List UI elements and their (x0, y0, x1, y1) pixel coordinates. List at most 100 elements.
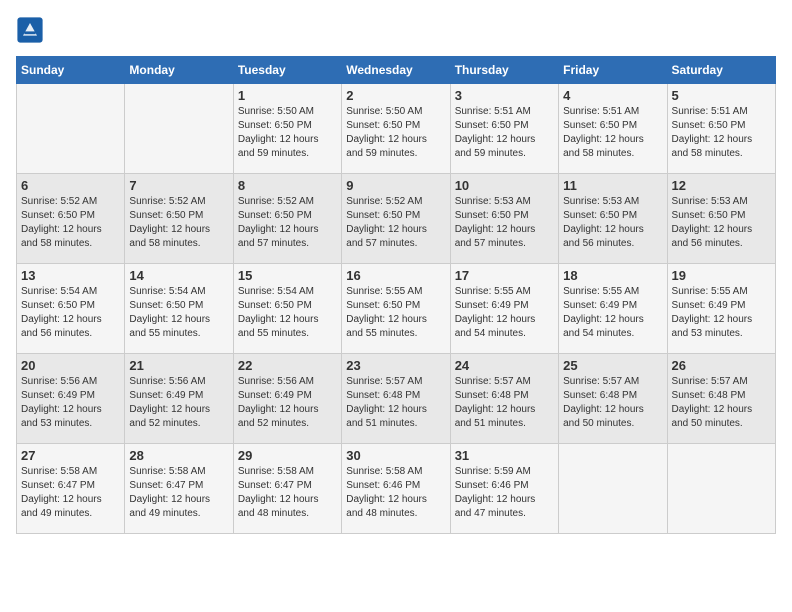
calendar-cell: 16Sunrise: 5:55 AM Sunset: 6:50 PM Dayli… (342, 264, 450, 354)
day-info: Sunrise: 5:57 AM Sunset: 6:48 PM Dayligh… (563, 375, 662, 431)
calendar-cell: 7 Sunrise: 5:52 AM Sunset: 6:50 PM Daylig… (125, 174, 233, 264)
day-number: 11 (563, 178, 662, 193)
day-info: Sunrise: 5:56 AM Sunset: 6:49 PM Dayligh… (129, 375, 228, 431)
day-number: 27 (21, 448, 120, 463)
day-info: Sunrise: 5:57 AM Sunset: 6:48 PM Dayligh… (672, 375, 771, 431)
calendar-cell: 26 Sunrise: 5:57 AM Sunset: 6:48 PM Dayli… (667, 354, 775, 444)
day-info: Sunrise: 5:53 AM Sunset: 6:50 PM Dayligh… (563, 195, 662, 251)
day-number: 26 (672, 358, 771, 373)
day-info: Sunrise: 5:58 AM Sunset: 6:47 PM Dayligh… (21, 465, 120, 521)
day-number: 17 (455, 268, 554, 283)
header-cell-wednesday: Wednesday (342, 57, 450, 84)
day-number: 5 (672, 88, 771, 103)
day-number: 20 (21, 358, 120, 373)
header-cell-sunday: Sunday (17, 57, 125, 84)
day-number: 2 (346, 88, 445, 103)
calendar-cell: 4 Sunrise: 5:51 AM Sunset: 6:50 PM Daylig… (559, 84, 667, 174)
day-number: 21 (129, 358, 228, 373)
page-container: SundayMondayTuesdayWednesdayThursdayFrid… (16, 16, 776, 534)
calendar-cell: 20 Sunrise: 5:56 AM Sunset: 6:49 PM Dayli… (17, 354, 125, 444)
calendar-cell: 21 Sunrise: 5:56 AM Sunset: 6:49 PM Dayli… (125, 354, 233, 444)
calendar-cell: 13 Sunrise: 5:54 AM Sunset: 6:50 PM Dayli… (17, 264, 125, 354)
calendar-cell: 12 Sunrise: 5:53 AM Sunset: 6:50 PM Dayli… (667, 174, 775, 264)
header-cell-tuesday: Tuesday (233, 57, 341, 84)
day-info: Sunrise: 5:54 AM Sunset: 6:50 PM Dayligh… (21, 285, 120, 341)
calendar-cell: 14 Sunrise: 5:54 AM Sunset: 6:50 PM Dayli… (125, 264, 233, 354)
calendar-cell: 8 Sunrise: 5:52 AM Sunset: 6:50 PM Daylig… (233, 174, 341, 264)
day-number: 31 (455, 448, 554, 463)
calendar-cell (667, 444, 775, 534)
day-info: Sunrise: 5:51 AM Sunset: 6:50 PM Dayligh… (563, 105, 662, 161)
day-info: Sunrise: 5:57 AM Sunset: 6:48 PM Dayligh… (455, 375, 554, 431)
calendar-cell: 3Sunrise: 5:51 AM Sunset: 6:50 PM Daylig… (450, 84, 558, 174)
week-row-1: 1Sunrise: 5:50 AM Sunset: 6:50 PM Daylig… (17, 84, 776, 174)
header-cell-monday: Monday (125, 57, 233, 84)
logo-icon (16, 16, 44, 44)
calendar-cell: 9 Sunrise: 5:52 AM Sunset: 6:50 PM Daylig… (342, 174, 450, 264)
day-number: 7 (129, 178, 228, 193)
day-number: 29 (238, 448, 337, 463)
day-info: Sunrise: 5:56 AM Sunset: 6:49 PM Dayligh… (21, 375, 120, 431)
day-number: 13 (21, 268, 120, 283)
header (16, 16, 776, 44)
header-cell-friday: Friday (559, 57, 667, 84)
day-number: 9 (346, 178, 445, 193)
calendar-cell: 28 Sunrise: 5:58 AM Sunset: 6:47 PM Dayli… (125, 444, 233, 534)
day-info: Sunrise: 5:50 AM Sunset: 6:50 PM Dayligh… (238, 105, 337, 161)
day-number: 24 (455, 358, 554, 373)
calendar-cell: 1Sunrise: 5:50 AM Sunset: 6:50 PM Daylig… (233, 84, 341, 174)
day-info: Sunrise: 5:52 AM Sunset: 6:50 PM Dayligh… (238, 195, 337, 251)
calendar-cell (17, 84, 125, 174)
day-number: 6 (21, 178, 120, 193)
day-info: Sunrise: 5:55 AM Sunset: 6:49 PM Dayligh… (563, 285, 662, 341)
calendar-cell: 30 Sunrise: 5:58 AM Sunset: 6:46 PM Dayli… (342, 444, 450, 534)
header-cell-saturday: Saturday (667, 57, 775, 84)
day-number: 15 (238, 268, 337, 283)
day-info: Sunrise: 5:53 AM Sunset: 6:50 PM Dayligh… (455, 195, 554, 251)
day-number: 19 (672, 268, 771, 283)
calendar-cell: 31 Sunrise: 5:59 AM Sunset: 6:46 PM Dayli… (450, 444, 558, 534)
week-row-2: 6 Sunrise: 5:52 AM Sunset: 6:50 PM Daylig… (17, 174, 776, 264)
day-number: 4 (563, 88, 662, 103)
calendar-cell: 23Sunrise: 5:57 AM Sunset: 6:48 PM Dayli… (342, 354, 450, 444)
calendar-cell: 18Sunrise: 5:55 AM Sunset: 6:49 PM Dayli… (559, 264, 667, 354)
day-info: Sunrise: 5:54 AM Sunset: 6:50 PM Dayligh… (238, 285, 337, 341)
day-info: Sunrise: 5:51 AM Sunset: 6:50 PM Dayligh… (455, 105, 554, 161)
calendar-cell (125, 84, 233, 174)
day-number: 8 (238, 178, 337, 193)
calendar-cell: 27 Sunrise: 5:58 AM Sunset: 6:47 PM Dayli… (17, 444, 125, 534)
calendar-cell: 2Sunrise: 5:50 AM Sunset: 6:50 PM Daylig… (342, 84, 450, 174)
day-info: Sunrise: 5:58 AM Sunset: 6:47 PM Dayligh… (238, 465, 337, 521)
calendar-cell: 5 Sunrise: 5:51 AM Sunset: 6:50 PM Daylig… (667, 84, 775, 174)
day-number: 25 (563, 358, 662, 373)
calendar-header: SundayMondayTuesdayWednesdayThursdayFrid… (17, 57, 776, 84)
day-info: Sunrise: 5:58 AM Sunset: 6:47 PM Dayligh… (129, 465, 228, 521)
day-number: 22 (238, 358, 337, 373)
day-number: 30 (346, 448, 445, 463)
day-info: Sunrise: 5:58 AM Sunset: 6:46 PM Dayligh… (346, 465, 445, 521)
calendar-cell: 6 Sunrise: 5:52 AM Sunset: 6:50 PM Daylig… (17, 174, 125, 264)
day-info: Sunrise: 5:53 AM Sunset: 6:50 PM Dayligh… (672, 195, 771, 251)
calendar-cell: 10Sunrise: 5:53 AM Sunset: 6:50 PM Dayli… (450, 174, 558, 264)
week-row-4: 20 Sunrise: 5:56 AM Sunset: 6:49 PM Dayli… (17, 354, 776, 444)
day-info: Sunrise: 5:51 AM Sunset: 6:50 PM Dayligh… (672, 105, 771, 161)
calendar-cell: 15 Sunrise: 5:54 AM Sunset: 6:50 PM Dayli… (233, 264, 341, 354)
calendar-cell (559, 444, 667, 534)
header-cell-thursday: Thursday (450, 57, 558, 84)
logo (16, 16, 48, 44)
calendar-cell: 22Sunrise: 5:56 AM Sunset: 6:49 PM Dayli… (233, 354, 341, 444)
day-info: Sunrise: 5:59 AM Sunset: 6:46 PM Dayligh… (455, 465, 554, 521)
day-number: 14 (129, 268, 228, 283)
day-info: Sunrise: 5:52 AM Sunset: 6:50 PM Dayligh… (21, 195, 120, 251)
day-info: Sunrise: 5:54 AM Sunset: 6:50 PM Dayligh… (129, 285, 228, 341)
calendar-body: 1Sunrise: 5:50 AM Sunset: 6:50 PM Daylig… (17, 84, 776, 534)
day-info: Sunrise: 5:52 AM Sunset: 6:50 PM Dayligh… (346, 195, 445, 251)
day-info: Sunrise: 5:52 AM Sunset: 6:50 PM Dayligh… (129, 195, 228, 251)
day-number: 12 (672, 178, 771, 193)
day-info: Sunrise: 5:55 AM Sunset: 6:50 PM Dayligh… (346, 285, 445, 341)
calendar-cell: 19Sunrise: 5:55 AM Sunset: 6:49 PM Dayli… (667, 264, 775, 354)
header-row: SundayMondayTuesdayWednesdayThursdayFrid… (17, 57, 776, 84)
calendar-cell: 29 Sunrise: 5:58 AM Sunset: 6:47 PM Dayli… (233, 444, 341, 534)
day-number: 28 (129, 448, 228, 463)
week-row-3: 13 Sunrise: 5:54 AM Sunset: 6:50 PM Dayli… (17, 264, 776, 354)
